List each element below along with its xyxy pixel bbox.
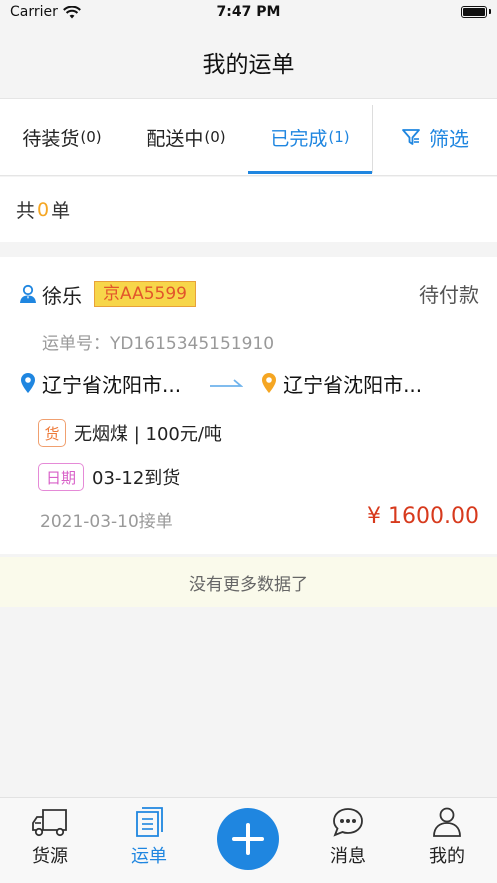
license-plate: 京AA5599 — [94, 281, 196, 307]
filter-button[interactable]: 筛选 — [373, 99, 497, 175]
driver-icon — [20, 284, 36, 303]
active-tab-indicator — [248, 171, 372, 174]
status-bar: Carrier 7:47 PM — [0, 0, 497, 26]
add-button[interactable] — [217, 808, 279, 870]
page-title: 我的运单 — [202, 52, 295, 78]
goods-row: 货 无烟煤 | 100元/吨 — [38, 419, 222, 447]
filter-icon — [402, 129, 420, 145]
order-summary: 共0单 — [0, 177, 497, 242]
tab-bar-cargo[interactable]: 货源 — [0, 806, 100, 868]
driver-row: 徐乐 京AA5599 — [18, 279, 196, 309]
tab-label: 已完成 — [270, 127, 328, 150]
goods-tag: 货 — [38, 419, 66, 447]
tab-delivering[interactable]: 配送中 (0) — [124, 99, 248, 175]
profile-icon — [433, 807, 461, 837]
route-arrow-icon — [210, 379, 244, 387]
arrival-date: 03-12到货 — [92, 468, 181, 489]
tab-bar-profile[interactable]: 我的 — [397, 806, 497, 868]
origin-pin-icon — [21, 373, 35, 393]
date-row: 日期 03-12到货 — [38, 463, 180, 491]
tab-bar-label: 货源 — [32, 846, 68, 867]
waybill-icon — [136, 807, 163, 837]
tab-bar-label: 我的 — [429, 846, 465, 867]
truck-icon — [32, 809, 67, 837]
route-row: 辽宁省沈阳市... 辽宁省沈阳市... — [20, 367, 480, 399]
bottom-tab-bar: 货源 运单 消息 我的 — [0, 797, 497, 883]
order-price: ¥ 1600.00 — [367, 504, 479, 529]
tab-bar-messages[interactable]: 消息 — [298, 806, 398, 868]
plus-icon — [232, 823, 264, 855]
summary-count: 0 — [37, 198, 50, 221]
destination: 辽宁省沈阳市... — [283, 372, 423, 397]
tab-count: (0) — [80, 128, 102, 146]
navbar: 我的运单 — [0, 26, 497, 98]
tab-bar-label: 消息 — [330, 846, 366, 867]
tab-count: (1) — [328, 128, 350, 146]
accepted-date: 2021-03-10接单 — [40, 512, 173, 532]
filter-label: 筛选 — [429, 126, 469, 151]
tab-label: 配送中 — [146, 127, 204, 150]
tab-bar-label: 运单 — [131, 846, 167, 867]
tab-to-load[interactable]: 待装货 (0) — [0, 99, 124, 175]
summary-prefix: 共 — [16, 200, 36, 222]
driver-name: 徐乐 — [42, 283, 82, 308]
order-status: 待付款 — [419, 283, 479, 307]
status-time: 7:47 PM — [216, 4, 281, 20]
date-tag: 日期 — [38, 463, 84, 491]
summary-suffix: 单 — [51, 200, 71, 222]
tab-label: 待装货 — [22, 127, 80, 150]
message-icon — [333, 808, 363, 837]
destination-pin-icon — [262, 373, 277, 393]
tab-bar-waybill[interactable]: 运单 — [99, 806, 199, 868]
tab-completed[interactable]: 已完成 (1) — [248, 99, 372, 175]
battery-icon — [461, 6, 487, 18]
battery-cap — [489, 9, 491, 14]
tab-count: (0) — [204, 128, 226, 146]
list-end-notice: 没有更多数据了 — [0, 557, 497, 607]
order-number: 运单号：YD1615345151910 — [42, 334, 275, 354]
order-card[interactable]: 徐乐 京AA5599 待付款 运单号：YD1615345151910 辽宁省沈阳… — [0, 257, 497, 554]
origin: 辽宁省沈阳市... — [42, 372, 182, 397]
status-tabs: 待装货 (0) 配送中 (0) 已完成 (1) 筛选 — [0, 98, 497, 176]
goods-info: 无烟煤 | 100元/吨 — [74, 424, 222, 445]
